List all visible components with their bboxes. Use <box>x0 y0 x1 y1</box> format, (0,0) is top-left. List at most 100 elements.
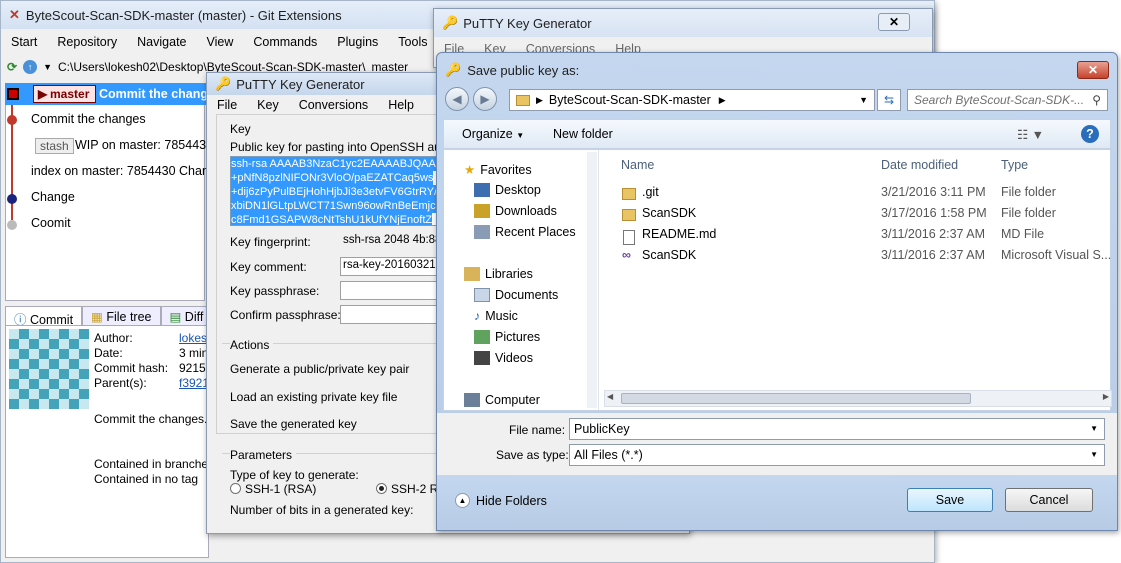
address-dropdown-icon[interactable]: ▼ <box>859 95 868 105</box>
file-type: MD File <box>1001 227 1045 241</box>
path-dropdown-icon[interactable]: ▼ <box>43 62 52 72</box>
ssh2-label: SSH-2 R <box>391 482 439 496</box>
chevron-down-icon[interactable]: ▼ <box>1090 424 1098 433</box>
file-row[interactable]: README.md 3/11/2016 2:37 AM MD File <box>620 224 1100 245</box>
nav-favorites[interactable]: ★ Favorites <box>464 162 532 178</box>
file-date: 3/11/2016 2:37 AM <box>881 227 986 241</box>
nav-recent-places[interactable]: Recent Places <box>474 225 576 239</box>
horizontal-scrollbar[interactable]: ◀ ▶ <box>604 390 1112 407</box>
branch-tag-master[interactable]: ▶ master <box>33 85 97 103</box>
refresh-icon[interactable]: ⟳ <box>7 60 17 74</box>
file-name: ScanSDK <box>642 206 697 220</box>
graph-row-1[interactable]: Commit the changes <box>31 112 146 126</box>
menu-repository[interactable]: Repository <box>47 35 127 49</box>
breadcrumb[interactable]: ByteScout-Scan-SDK-master <box>549 93 711 107</box>
git-extensions-title: ByteScout-Scan-SDK-master (master) - Git… <box>25 7 342 23</box>
nav-videos[interactable]: Videos <box>474 351 533 365</box>
nav-computer[interactable]: Computer <box>464 393 540 407</box>
radio-icon <box>230 483 241 494</box>
confirm-passphrase-field[interactable] <box>340 305 450 324</box>
fingerprint-label: Key fingerprint: <box>230 235 311 249</box>
address-bar[interactable]: ▶ ByteScout-Scan-SDK-master ▶ ▼ <box>509 89 875 111</box>
new-folder-button[interactable]: New folder <box>553 127 613 141</box>
comment-label: Key comment: <box>230 260 307 274</box>
menu-key[interactable]: Key <box>247 98 289 112</box>
public-key-textbox[interactable]: ssh-rsa AAAAB3NzaC1yc2EAAAABJQAAA +pNfN8… <box>230 156 445 226</box>
graph-row-4[interactable]: Change <box>31 190 75 204</box>
tab-diff[interactable]: ▤ Diff <box>160 306 213 326</box>
nav-libraries[interactable]: Libraries <box>464 267 533 281</box>
load-label: Load an existing private key file <box>230 390 398 404</box>
tab-file-tree[interactable]: ▦ File tree <box>82 306 161 326</box>
filename-input[interactable]: PublicKey ▼ <box>569 418 1105 440</box>
back-arrow-icon[interactable]: ◀ <box>445 87 469 111</box>
save-button[interactable]: Save <box>907 488 993 512</box>
file-row[interactable]: .git 3/21/2016 3:11 PM File folder <box>620 182 1100 202</box>
contained-branches: Contained in branche <box>94 457 209 471</box>
author-link[interactable]: lokes <box>179 331 207 345</box>
close-icon[interactable]: ✕ <box>878 13 910 31</box>
selected-revision-row[interactable]: ▶ master Commit the change <box>5 83 215 105</box>
putty-back-titlebar: 🔑 PuTTY Key Generator <box>434 9 932 37</box>
nav-downloads[interactable]: Downloads <box>474 204 557 218</box>
hide-folders-button[interactable]: ▲ Hide Folders <box>455 493 547 508</box>
parents-label: Parent(s): <box>94 376 147 390</box>
back-icon[interactable]: ↑ <box>23 60 38 74</box>
forward-arrow-icon[interactable]: ▶ <box>473 87 497 111</box>
graph-row-3[interactable]: index on master: 7854430 Change <box>31 164 223 178</box>
column-type[interactable]: Type <box>1001 158 1028 172</box>
menu-commands[interactable]: Commands <box>243 35 327 49</box>
view-options-icon[interactable]: ☷ ▼ <box>1017 127 1044 142</box>
generate-label: Generate a public/private key pair <box>230 362 410 376</box>
refresh-icon[interactable]: ⇆ <box>877 89 901 111</box>
save-dialog-window: 🔑 Save public key as: ✕ ◀ ▶ ▶ ByteScout-… <box>436 52 1118 531</box>
help-icon[interactable]: ? <box>1081 125 1099 143</box>
menu-tools[interactable]: Tools <box>388 35 437 49</box>
comment-field[interactable]: rsa-key-20160321 <box>340 257 450 276</box>
menu-view[interactable]: View <box>197 35 244 49</box>
branch-arrow-icon: ▶ <box>38 87 48 101</box>
visual-studio-icon: ∞ <box>622 248 631 262</box>
putty-icon: 🔑 <box>445 62 462 77</box>
fingerprint-field[interactable]: ssh-rsa 2048 4b:88 <box>340 232 450 251</box>
parent-link[interactable]: f3921 <box>179 376 209 390</box>
save-type-select[interactable]: All Files (*.*) ▼ <box>569 444 1105 466</box>
column-date-modified[interactable]: Date modified <box>881 158 958 172</box>
close-icon[interactable]: ✕ <box>1077 61 1109 79</box>
details-tabs: ⓘ Commit ▦ File tree ▤ Diff <box>5 306 213 327</box>
date-value: 3 min <box>179 346 209 360</box>
scroll-right-icon[interactable]: ▶ <box>1103 392 1109 401</box>
file-row[interactable]: ScanSDK 3/17/2016 1:58 PM File folder <box>620 203 1100 223</box>
menu-file[interactable]: File <box>207 98 247 112</box>
file-row[interactable]: ∞ ScanSDK 3/11/2016 2:37 AM Microsoft Vi… <box>620 245 1111 265</box>
ssh2-radio[interactable]: SSH-2 R <box>376 482 438 496</box>
nav-desktop[interactable]: Desktop <box>474 183 541 197</box>
search-icon[interactable]: ⚲ <box>1092 93 1101 107</box>
menu-conversions[interactable]: Conversions <box>289 98 378 112</box>
graph-row-5[interactable]: Coomit <box>31 216 71 230</box>
search-input[interactable]: Search ByteScout-Scan-SDK-... ⚲ <box>907 89 1108 111</box>
nav-pictures[interactable]: Pictures <box>474 330 540 344</box>
organize-label: Organize <box>462 127 513 141</box>
menu-help[interactable]: Help <box>378 98 424 112</box>
chevron-down-icon[interactable]: ▼ <box>1090 450 1098 459</box>
passphrase-field[interactable] <box>340 281 450 300</box>
cancel-button[interactable]: Cancel <box>1005 488 1093 512</box>
nav-label: Favorites <box>480 162 532 177</box>
nav-documents[interactable]: Documents <box>474 288 558 302</box>
menu-start[interactable]: Start <box>1 35 47 49</box>
tab-commit[interactable]: ⓘ Commit <box>5 306 83 327</box>
graph-row-2[interactable]: WIP on master: 7854430 C <box>75 138 226 152</box>
menu-plugins[interactable]: Plugins <box>327 35 388 49</box>
column-name[interactable]: Name <box>621 158 654 172</box>
tab-diff-label: Diff <box>184 310 204 324</box>
nav-music[interactable]: ♪ Music <box>474 309 518 323</box>
organize-button[interactable]: Organize ▼ <box>462 127 524 141</box>
save-type-label: Save as type: <box>496 448 569 462</box>
nav-scrollbar[interactable] <box>587 152 597 408</box>
menu-navigate[interactable]: Navigate <box>127 35 196 49</box>
ssh1-radio[interactable]: SSH-1 (RSA) <box>230 482 316 496</box>
scroll-left-icon[interactable]: ◀ <box>607 392 613 401</box>
scrollbar-thumb[interactable] <box>621 393 971 404</box>
stash-tag[interactable]: stash <box>35 138 74 154</box>
